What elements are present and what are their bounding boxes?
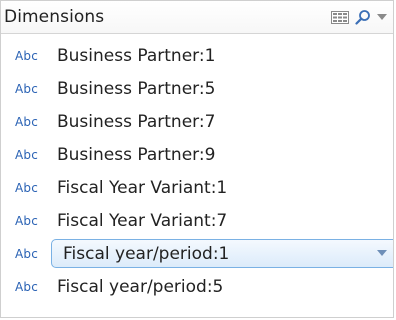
dimension-label: Fiscal year/period:5 (57, 276, 224, 297)
panel-title: Dimensions (4, 7, 105, 27)
text-type-icon: Abc (15, 81, 39, 96)
text-type-icon: Abc (15, 180, 39, 195)
text-type-icon: Abc (15, 279, 39, 294)
dimension-label: Fiscal year/period:1 (63, 243, 230, 264)
dimension-label: Business Partner:9 (57, 144, 216, 165)
list-item[interactable]: Abc Business Partner:9 (1, 138, 393, 171)
dimension-label: Business Partner:7 (57, 111, 216, 132)
dimension-label: Business Partner:5 (57, 78, 216, 99)
list-item[interactable]: Abc Business Partner:5 (1, 72, 393, 105)
search-icon[interactable] (355, 9, 371, 25)
header-toolbar (331, 9, 393, 25)
list-item[interactable]: Abc Fiscal Year Variant:7 (1, 204, 393, 237)
text-type-icon: Abc (15, 213, 39, 228)
dimension-label: Fiscal Year Variant:7 (57, 210, 228, 231)
dimension-label: Business Partner:1 (57, 45, 216, 66)
dimension-list: Abc Business Partner:1 Abc Business Part… (1, 34, 393, 303)
chevron-down-icon[interactable] (377, 13, 387, 21)
item-dropdown-arrow-icon[interactable] (377, 250, 387, 256)
list-item-selected[interactable]: Abc Fiscal year/period:1 (1, 237, 393, 270)
list-item[interactable]: Abc Fiscal year/period:5 (1, 270, 393, 303)
text-type-icon: Abc (15, 246, 39, 261)
panel-header: Dimensions (1, 1, 393, 34)
text-type-icon: Abc (15, 48, 39, 63)
dimension-label: Fiscal Year Variant:1 (57, 177, 228, 198)
list-item[interactable]: Abc Fiscal Year Variant:1 (1, 171, 393, 204)
columns-icon[interactable] (331, 10, 349, 24)
list-item[interactable]: Abc Business Partner:1 (1, 39, 393, 72)
list-item[interactable]: Abc Business Partner:7 (1, 105, 393, 138)
text-type-icon: Abc (15, 147, 39, 162)
text-type-icon: Abc (15, 114, 39, 129)
dimensions-panel: Dimensions Abc Business Partner:1 Abc Bu… (0, 0, 394, 318)
